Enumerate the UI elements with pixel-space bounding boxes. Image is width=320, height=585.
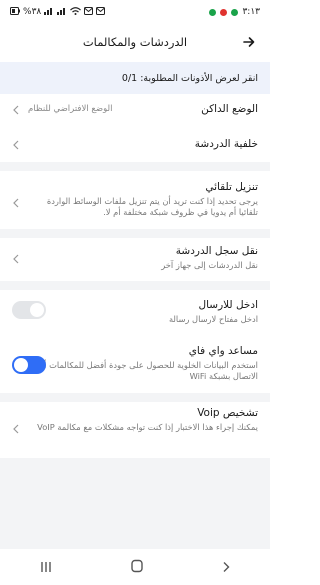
section-divider: [0, 393, 270, 402]
auto-download-label: تنزيل تلقائي: [205, 181, 258, 193]
voip-diagnostics-description: يمكنك إجراء هذا الاختبار إذا كنت تواجه م…: [37, 422, 258, 432]
page-title: الدردشات والمكالمات: [82, 35, 188, 49]
app-indicator-icon: [209, 8, 217, 16]
enter-to-send-description: ادخل مفتاح لارسال رسالة: [168, 314, 258, 324]
signal-icon-2: [57, 7, 67, 18]
section-divider: [0, 162, 270, 171]
page-bottom-fill: [0, 458, 270, 549]
voip-diagnostics-row[interactable]: تشخيص Voip يمكنك إجراء هذا الاختبار إذا …: [0, 406, 270, 448]
battery-icon: [10, 6, 20, 18]
chevron-left-icon: [13, 140, 19, 150]
nav-back-button[interactable]: [221, 558, 231, 577]
chevron-left-icon: [13, 105, 19, 115]
system-navigation-bar: [0, 549, 270, 585]
app-indicator-icon-2: [231, 8, 239, 16]
status-bar-left: %٣٨: [10, 6, 106, 18]
dark-mode-row[interactable]: الوضع الداكن الوضع الافتراضي للنظام: [0, 102, 270, 124]
status-time: ٣:١٣: [242, 7, 260, 17]
top-app-bar: الدردشات والمكالمات: [0, 24, 270, 60]
arrow-right-icon: [243, 37, 255, 47]
auto-download-row[interactable]: تنزيل تلقائي يرجى تحديد إذا كنت تريد أن …: [0, 180, 270, 222]
toggle-knob: [30, 303, 44, 317]
circle-icon: [131, 559, 143, 572]
toggle-knob: [14, 358, 28, 372]
chevron-left-icon: [13, 424, 19, 434]
status-bar: %٣٨ ٣:١٣: [0, 0, 270, 24]
enter-to-send-label: ادخل للارسال: [198, 299, 258, 311]
nav-recents-button[interactable]: [39, 558, 53, 577]
chat-background-label: خلفية الدردشة: [194, 138, 258, 150]
auto-download-description: يرجى تحديد إذا كنت تريد أن يتم تنزيل ملف…: [46, 196, 258, 217]
chevron-left-icon: [13, 198, 19, 208]
notification-icon-2: [96, 6, 106, 18]
permissions-notice-text: انقر لعرض الأذونات المطلوبة: 0/1: [121, 72, 258, 84]
dark-mode-value: الوضع الافتراضي للنظام: [28, 104, 113, 114]
wifi-assistant-label: مساعد واي فاي: [188, 345, 258, 357]
notification-icon: [84, 6, 94, 18]
wifi-assistant-description: استخدم البيانات الخلوية للحصول على جودة …: [32, 360, 258, 381]
wifi-assistant-toggle[interactable]: [12, 356, 46, 374]
nav-home-button[interactable]: [130, 558, 144, 577]
wifi-icon: [70, 6, 82, 18]
battery-percent: %٣٨: [23, 7, 42, 17]
enter-to-send-toggle[interactable]: [12, 301, 46, 319]
chat-history-row[interactable]: نقل سجل الدردشة نقل الدردشات إلى جهاز آخ…: [0, 244, 270, 274]
alarm-icon: [220, 8, 228, 16]
chat-history-description: نقل الدردشات إلى جهاز آخر: [161, 260, 258, 270]
chevron-right-icon: [223, 561, 230, 572]
status-bar-right: ٣:١٣: [209, 7, 260, 17]
chevron-left-icon: [13, 254, 19, 264]
section-divider: [0, 229, 270, 238]
chat-background-row[interactable]: خلفية الدردشة: [0, 137, 270, 159]
back-button[interactable]: [240, 33, 258, 51]
voip-diagnostics-label: تشخيص Voip: [197, 407, 258, 419]
wifi-assistant-row: مساعد واي فاي استخدم البيانات الخلوية لل…: [0, 344, 270, 386]
enter-to-send-row: ادخل للارسال ادخل مفتاح لارسال رسالة: [0, 298, 270, 328]
permissions-notice[interactable]: انقر لعرض الأذونات المطلوبة: 0/1: [0, 62, 270, 94]
signal-icon: [44, 7, 54, 18]
bars-icon: [40, 561, 51, 572]
section-divider: [0, 281, 270, 290]
chat-history-label: نقل سجل الدردشة: [175, 245, 258, 257]
